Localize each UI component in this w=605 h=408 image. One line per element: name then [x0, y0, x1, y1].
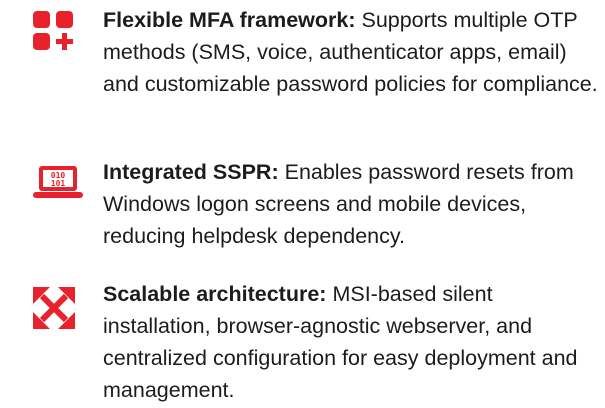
feature-title: Integrated SSPR: — [103, 160, 279, 184]
grid-plus-icon — [33, 11, 77, 56]
feature-title: Scalable architecture: — [103, 282, 327, 306]
binary-laptop-icon: 010 101 — [33, 166, 83, 205]
feature-list: Flexible MFA framework: Supports multipl… — [0, 0, 605, 408]
feature-text: Scalable architecture: MSI-based silent … — [103, 278, 598, 406]
feature-text: Flexible MFA framework: Supports multipl… — [103, 4, 598, 100]
feature-text: Integrated SSPR: Enables password resets… — [103, 156, 598, 252]
svg-text:101: 101 — [51, 179, 66, 188]
feature-title: Flexible MFA framework: — [103, 8, 356, 32]
expand-arrows-icon — [33, 287, 75, 334]
